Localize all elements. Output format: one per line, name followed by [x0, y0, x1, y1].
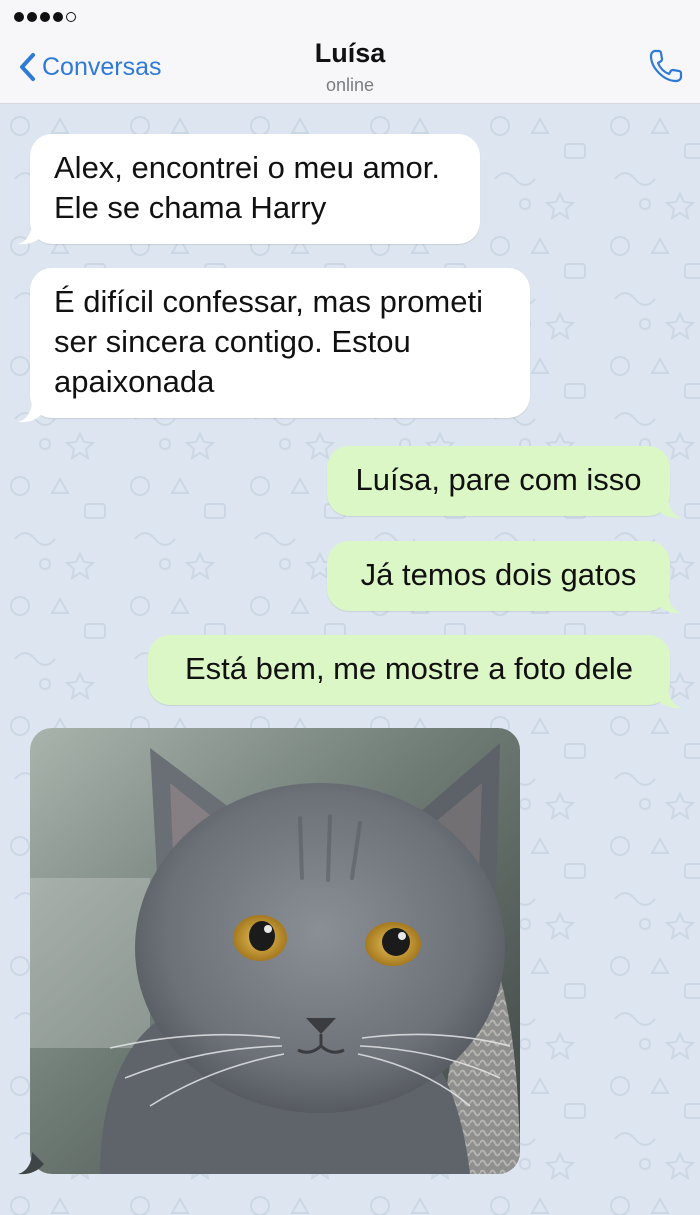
message-bubble-outgoing[interactable]: Luísa, pare com isso — [327, 446, 670, 516]
phone-icon — [649, 49, 683, 83]
message-text: Luísa, pare com isso — [355, 462, 642, 497]
signal-dot-empty — [66, 12, 76, 22]
signal-dot — [53, 12, 63, 22]
signal-dot — [27, 12, 37, 22]
call-button[interactable] — [646, 46, 686, 86]
message-text: ser sincera contigo. Estou — [54, 324, 411, 359]
message-text: Alex, encontrei o meu amor. — [54, 150, 440, 185]
signal-dot — [14, 12, 24, 22]
message-text: Já temos dois gatos — [360, 557, 637, 592]
message-bubble-incoming[interactable]: É difícil confessar, mas prometi ser sin… — [30, 268, 530, 418]
chat-header: Conversas Luísa online — [0, 0, 700, 104]
signal-dot — [40, 12, 50, 22]
contact-name: Luísa — [314, 38, 386, 68]
bubble-tail — [656, 591, 682, 614]
message-bubble-outgoing[interactable]: Já temos dois gatos — [327, 541, 670, 611]
bubble-tail — [656, 496, 682, 519]
message-text: apaixonada — [54, 364, 215, 399]
contact-status: online — [325, 75, 375, 95]
signal-strength-indicator — [14, 12, 76, 22]
bubble-tail — [18, 1152, 44, 1175]
message-bubble-incoming[interactable]: Alex, encontrei o meu amor. Ele se chama… — [30, 134, 480, 244]
message-text: Está bem, me mostre a foto dele — [185, 651, 633, 686]
message-list[interactable]: Alex, encontrei o meu amor. Ele se chama… — [0, 104, 700, 1215]
contact-title[interactable]: Luísa online — [0, 38, 700, 96]
message-bubble-outgoing[interactable]: Está bem, me mostre a foto dele — [148, 635, 670, 705]
bubble-tail — [656, 686, 682, 709]
photo-message[interactable] — [30, 728, 520, 1174]
message-text: É difícil confessar, mas prometi — [54, 284, 483, 319]
bubble-tail — [18, 222, 44, 245]
message-text: Ele se chama Harry — [54, 190, 327, 225]
cat-photo — [30, 728, 520, 1174]
bubble-tail — [18, 400, 44, 423]
